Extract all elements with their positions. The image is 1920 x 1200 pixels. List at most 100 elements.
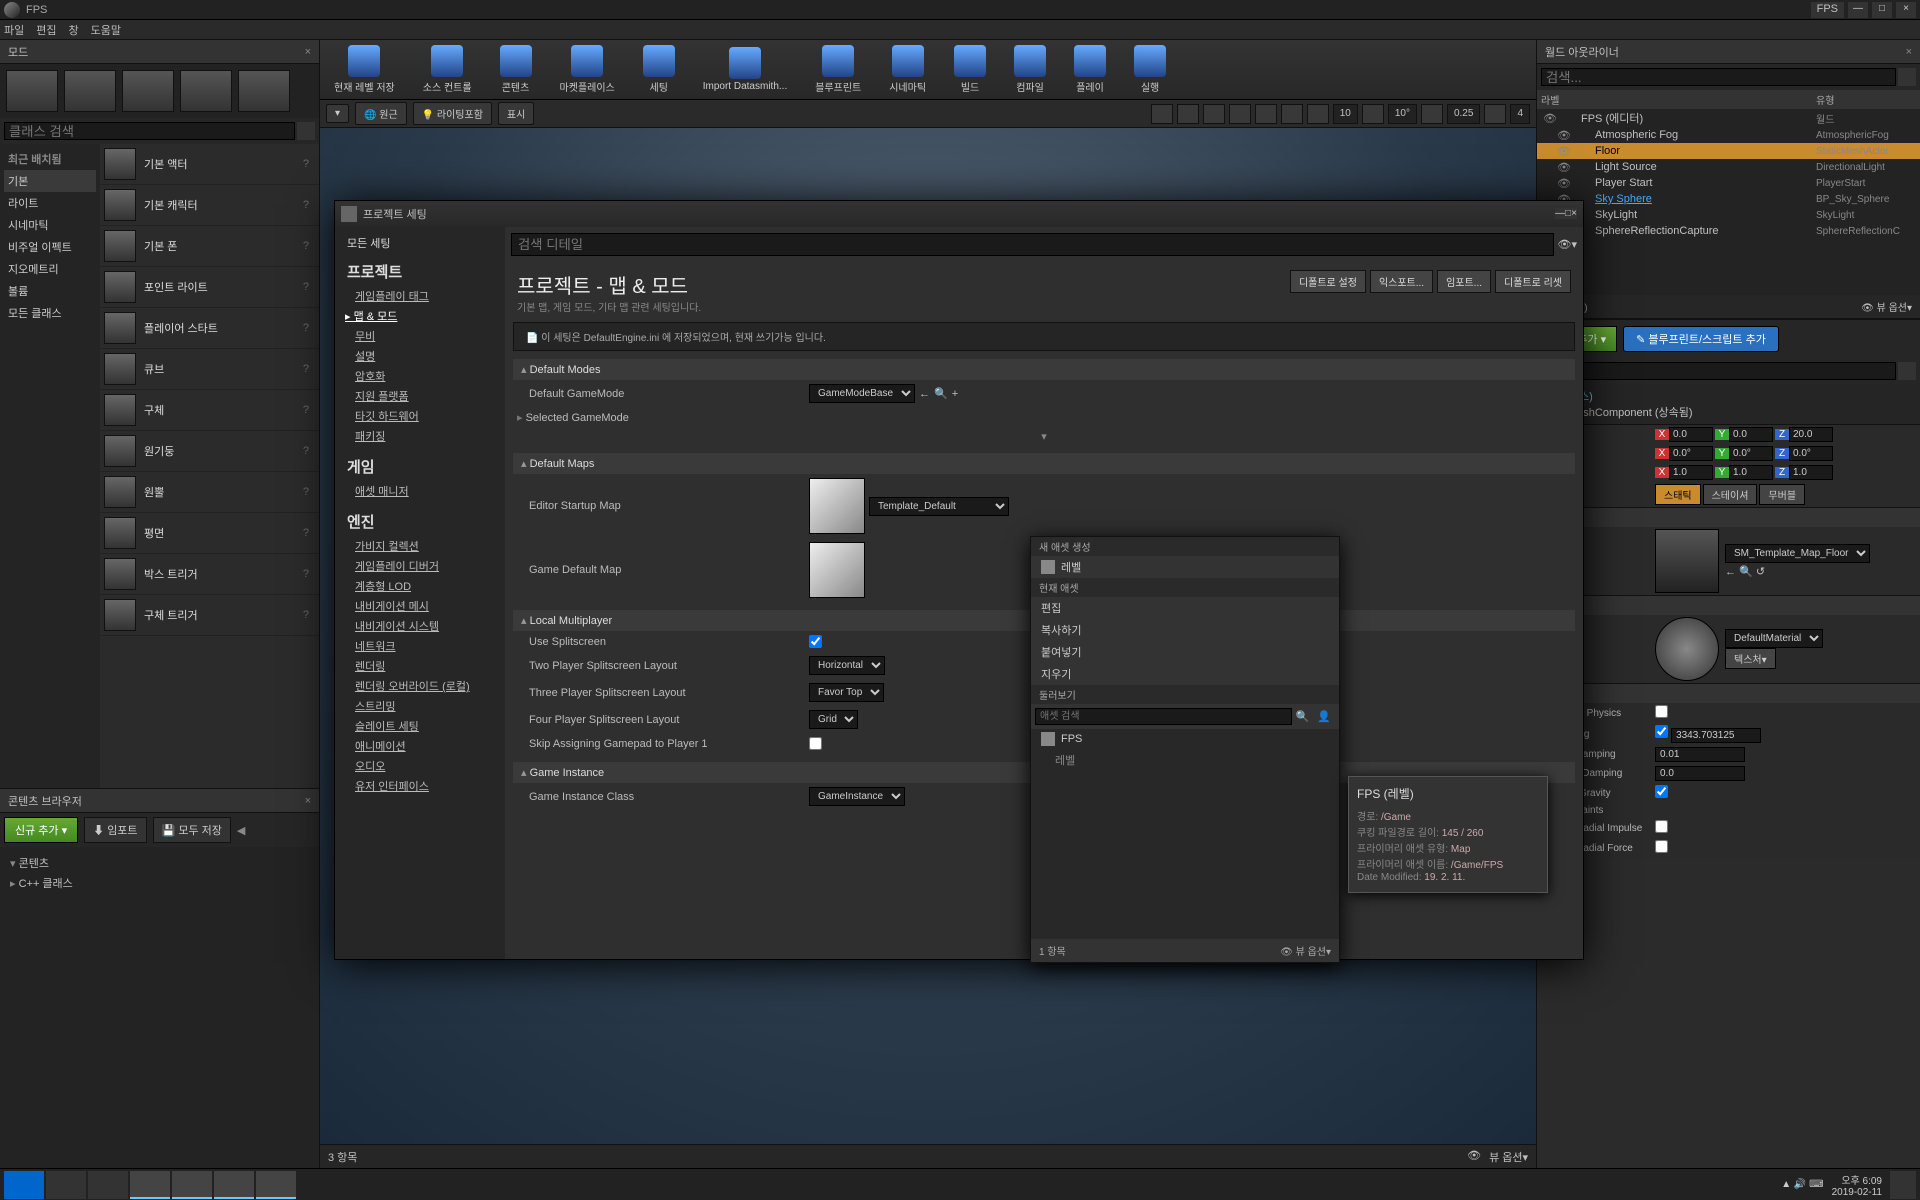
- notifications-button[interactable]: [1890, 1171, 1916, 1199]
- ps-minimize[interactable]: —: [1555, 208, 1565, 219]
- ps-nav-item[interactable]: 애셋 매니저: [347, 481, 493, 501]
- outliner-row[interactable]: 👁 Light Source DirectionalLight: [1537, 159, 1920, 175]
- clock-date[interactable]: 2019-02-11: [1832, 1187, 1882, 1198]
- mode-item[interactable]: 기본 폰 ?: [100, 226, 319, 267]
- ap-paste[interactable]: 붙여넣기: [1031, 641, 1339, 663]
- find-icon[interactable]: 🔍: [934, 387, 948, 400]
- loc-x-input[interactable]: [1669, 427, 1713, 442]
- ap-create-level[interactable]: 레벨: [1031, 556, 1339, 578]
- mobility-movable[interactable]: 무버블: [1759, 484, 1805, 505]
- mode-place-icon[interactable]: [6, 70, 58, 112]
- angle-snap-icon[interactable]: [1362, 104, 1384, 124]
- outliner-row[interactable]: 👁 Sky Sphere BP_Sky_Sphere: [1537, 191, 1920, 207]
- mesh-dropdown[interactable]: SM_Template_Map_Floor: [1725, 544, 1870, 563]
- help-icon[interactable]: ?: [303, 158, 309, 170]
- ap-search-input[interactable]: [1035, 708, 1292, 725]
- material-dropdown[interactable]: DefaultMaterial: [1725, 629, 1823, 648]
- game-default-thumb[interactable]: [809, 542, 865, 598]
- ps-nav-item[interactable]: 유저 인터페이스: [347, 776, 493, 796]
- loc-y-input[interactable]: [1729, 427, 1773, 442]
- toolbar-button[interactable]: 플레이: [1068, 43, 1112, 96]
- mode-cat-vfx[interactable]: 비주얼 이펙트: [4, 236, 96, 258]
- ap-edit[interactable]: 편집: [1031, 597, 1339, 619]
- rotate-icon[interactable]: [1203, 104, 1225, 124]
- ps-nav-item[interactable]: 계층형 LOD: [347, 576, 493, 596]
- mode-cat-volumes[interactable]: 볼륨: [4, 280, 96, 302]
- view-options[interactable]: 뷰 옵션▾: [1489, 1149, 1528, 1165]
- viewport-show[interactable]: 표시: [498, 102, 534, 125]
- toolbar-button[interactable]: 빌드: [948, 43, 992, 96]
- ps-close[interactable]: ×: [1571, 208, 1577, 219]
- material-thumb[interactable]: [1655, 617, 1719, 681]
- selected-gamemode-label[interactable]: Selected GameMode: [529, 411, 809, 424]
- help-icon[interactable]: ?: [303, 363, 309, 375]
- ps-search-input[interactable]: [511, 233, 1554, 256]
- close-icon[interactable]: ×: [1906, 46, 1912, 58]
- ap-result[interactable]: 레벨: [1031, 749, 1339, 771]
- section-physics[interactable]: cs: [1537, 684, 1920, 703]
- browse-icon[interactable]: ←: [919, 388, 930, 400]
- search-icon[interactable]: 🔍: [1292, 708, 1314, 725]
- viewport-lit[interactable]: 💡 라이팅포함: [413, 102, 492, 125]
- ps-nav-item[interactable]: 게임플레이 태그: [347, 286, 493, 306]
- ps-nav-item[interactable]: 애니메이션: [347, 736, 493, 756]
- view-options[interactable]: 뷰 옵션▾: [1877, 303, 1912, 314]
- mode-landscape-icon[interactable]: [122, 70, 174, 112]
- expand-icon[interactable]: ▾: [513, 428, 1575, 445]
- ps-nav-item[interactable]: 렌더링: [347, 656, 493, 676]
- explorer-button[interactable]: [172, 1171, 212, 1199]
- scale-snap-value[interactable]: 0.25: [1447, 104, 1480, 124]
- mode-item[interactable]: 기본 캐릭터 ?: [100, 185, 319, 226]
- mesh-thumb[interactable]: [1655, 529, 1719, 593]
- visibility-icon[interactable]: 👁: [1557, 145, 1571, 158]
- component-child[interactable]: ticMeshComponent (상속됨): [1545, 404, 1912, 420]
- menu-file[interactable]: 파일: [4, 22, 24, 38]
- ps-nav-item[interactable]: 맵 & 모드: [347, 306, 493, 326]
- visibility-icon[interactable]: 👁: [1557, 129, 1571, 142]
- modes-search-input[interactable]: [4, 122, 295, 140]
- loc-z-input[interactable]: [1789, 427, 1833, 442]
- maximize-button[interactable]: □: [1872, 2, 1892, 18]
- mp-select[interactable]: Favor Top: [809, 683, 884, 702]
- outliner-row[interactable]: 👁 Floor StaticMeshActor: [1537, 143, 1920, 159]
- unreal-button[interactable]: [214, 1171, 254, 1199]
- eye-icon[interactable]: 👁▾: [1558, 238, 1578, 251]
- help-icon[interactable]: ?: [303, 445, 309, 457]
- vs-button[interactable]: [256, 1171, 296, 1199]
- help-icon[interactable]: ?: [303, 322, 309, 334]
- chrome-button[interactable]: [130, 1171, 170, 1199]
- texture-button[interactable]: 텍스처▾: [1725, 648, 1776, 669]
- viewport-menu[interactable]: ▾: [326, 104, 349, 123]
- mode-item[interactable]: 플레이어 스타트 ?: [100, 308, 319, 349]
- visibility-icon[interactable]: 👁: [1557, 177, 1571, 190]
- ap-result[interactable]: FPS: [1031, 729, 1339, 749]
- section-materials[interactable]: als: [1537, 596, 1920, 615]
- rot-y-input[interactable]: [1729, 446, 1773, 461]
- clock-time[interactable]: 오후 6:09: [1832, 1172, 1882, 1187]
- blueprint-script-button[interactable]: ✎ 블루프린트/스크립트 추가: [1623, 326, 1779, 352]
- physics-checkbox[interactable]: [1655, 785, 1668, 798]
- rot-x-input[interactable]: [1669, 446, 1713, 461]
- visibility-icon[interactable]: 👁: [1557, 161, 1571, 174]
- grid-snap-icon[interactable]: [1307, 104, 1329, 124]
- mode-cat-lights[interactable]: 라이트: [4, 192, 96, 214]
- outliner-row[interactable]: 👁 SphereReflectionCapture SphereReflecti…: [1537, 223, 1920, 239]
- surface-snap-icon[interactable]: [1281, 104, 1303, 124]
- mode-cat-all[interactable]: 모든 클래스: [4, 302, 96, 324]
- toolbar-button[interactable]: 컴파일: [1008, 43, 1052, 96]
- mode-item[interactable]: 원뿔 ?: [100, 472, 319, 513]
- mode-foliage-icon[interactable]: [180, 70, 232, 112]
- folder-content[interactable]: 콘텐츠: [6, 853, 313, 873]
- help-icon[interactable]: ?: [303, 199, 309, 211]
- ps-btn-import[interactable]: 임포트...: [1437, 270, 1491, 293]
- toolbar-button[interactable]: 소스 컨트롤: [417, 43, 478, 96]
- editor-startup-dropdown[interactable]: Template_Default: [869, 497, 1009, 516]
- menu-edit[interactable]: 편집: [36, 22, 56, 38]
- close-button[interactable]: ×: [1896, 2, 1916, 18]
- scale-icon[interactable]: [1229, 104, 1251, 124]
- ap-view-options[interactable]: 뷰 옵션▾: [1296, 947, 1331, 958]
- outliner-row[interactable]: 👁 Player Start PlayerStart: [1537, 175, 1920, 191]
- ps-nav-item[interactable]: 내비게이션 시스템: [347, 616, 493, 636]
- search-icon[interactable]: [1898, 362, 1916, 380]
- mode-item[interactable]: 원기둥 ?: [100, 431, 319, 472]
